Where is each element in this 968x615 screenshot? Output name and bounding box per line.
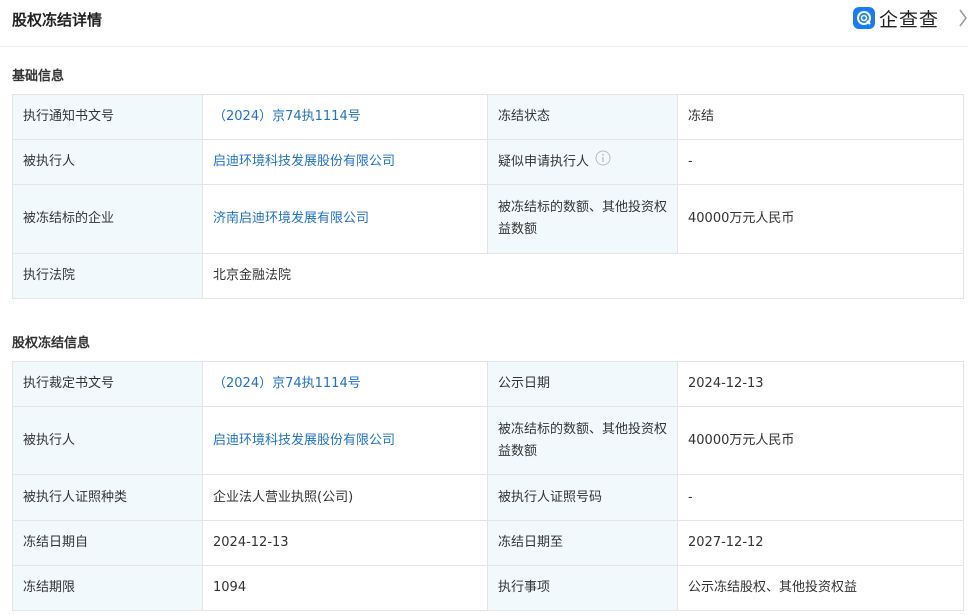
freeze-to-value: 2027-12-12: [677, 520, 964, 566]
freeze-from-label: 冻结日期自: [12, 520, 203, 566]
basic-info-section-title: 基础信息: [12, 69, 65, 84]
table-row: 被执行人证照种类 企业法人营业执照(公司) 被执行人证照号码 -: [12, 474, 964, 521]
ruling-no-link[interactable]: （2024）京74执1114号: [202, 361, 488, 407]
table-row: 执行法院 北京金融法院: [12, 253, 964, 299]
court-label: 执行法院: [12, 253, 203, 299]
suspected-applicant-label: 疑似申请执行人: [498, 154, 590, 170]
freeze-status-value: 冻结: [677, 94, 964, 140]
freeze-to-label: 冻结日期至: [487, 520, 678, 566]
page-header: 股权冻结详情 企查查: [0, 0, 968, 47]
execution-matter-value: 公示冻结股权、其他投资权益: [677, 565, 964, 611]
table-row: 执行裁定书文号 （2024）京74执1114号 公示日期 2024-12-13: [12, 361, 964, 407]
executed-person-label: 被执行人: [12, 139, 203, 185]
frozen-company-link[interactable]: 济南启迪环境发展有限公司: [202, 184, 488, 254]
cert-no-label: 被执行人证照号码: [487, 474, 678, 521]
chevron-right-icon[interactable]: [958, 8, 968, 32]
freeze-frozen-amount-label: 被冻结标的数额、其他投资权益数额: [487, 406, 678, 475]
brand-name: 企查查: [879, 8, 940, 31]
court-value: 北京金融法院: [202, 253, 964, 299]
publicity-date-value: 2024-12-13: [677, 361, 964, 407]
frozen-amount-value: 40000万元人民币: [677, 184, 964, 254]
frozen-company-label: 被冻结标的企业: [12, 184, 203, 254]
freeze-from-value: 2024-12-13: [202, 520, 488, 566]
execution-matter-label: 执行事项: [487, 565, 678, 611]
qichacha-logo-icon: [853, 7, 875, 29]
execution-notice-no-link[interactable]: （2024）京74执1114号: [202, 94, 488, 140]
freeze-info-section-title: 股权冻结信息: [12, 336, 91, 351]
suspected-applicant-cell: 疑似申请执行人: [487, 139, 678, 185]
cert-type-value: 企业法人营业执照(公司): [202, 474, 488, 521]
execution-notice-no-label: 执行通知书文号: [12, 94, 203, 140]
freeze-executed-person-label: 被执行人: [12, 406, 203, 475]
freeze-status-label: 冻结状态: [487, 94, 678, 140]
executed-person-link[interactable]: 启迪环境科技发展股份有限公司: [202, 139, 488, 185]
info-icon[interactable]: [595, 150, 611, 174]
freeze-period-label: 冻结期限: [12, 565, 203, 611]
table-row: 冻结期限 1094 执行事项 公示冻结股权、其他投资权益: [12, 565, 964, 611]
table-row: 执行通知书文号 （2024）京74执1114号 冻结状态 冻结: [12, 94, 964, 140]
table-row: 被执行人 启迪环境科技发展股份有限公司 疑似申请执行人 -: [12, 139, 964, 185]
table-row: 被冻结标的企业 济南启迪环境发展有限公司 被冻结标的数额、其他投资权益数额 40…: [12, 184, 964, 254]
basic-info-table: 执行通知书文号 （2024）京74执1114号 冻结状态 冻结 被执行人 启迪环…: [12, 94, 964, 299]
page-title: 股权冻结详情: [12, 11, 103, 29]
cert-no-value: -: [677, 474, 964, 521]
brand-logo[interactable]: 企查查: [853, 6, 940, 31]
publicity-date-label: 公示日期: [487, 361, 678, 407]
cert-type-label: 被执行人证照种类: [12, 474, 203, 521]
freeze-frozen-amount-value: 40000万元人民币: [677, 406, 964, 475]
freeze-info-table: 执行裁定书文号 （2024）京74执1114号 公示日期 2024-12-13 …: [12, 361, 964, 611]
freeze-executed-person-link[interactable]: 启迪环境科技发展股份有限公司: [202, 406, 488, 475]
suspected-applicant-value: -: [677, 139, 964, 185]
ruling-no-label: 执行裁定书文号: [12, 361, 203, 407]
frozen-amount-label: 被冻结标的数额、其他投资权益数额: [487, 184, 678, 254]
table-row: 被执行人 启迪环境科技发展股份有限公司 被冻结标的数额、其他投资权益数额 400…: [12, 406, 964, 475]
freeze-period-value: 1094: [202, 565, 488, 611]
table-row: 冻结日期自 2024-12-13 冻结日期至 2027-12-12: [12, 520, 964, 566]
